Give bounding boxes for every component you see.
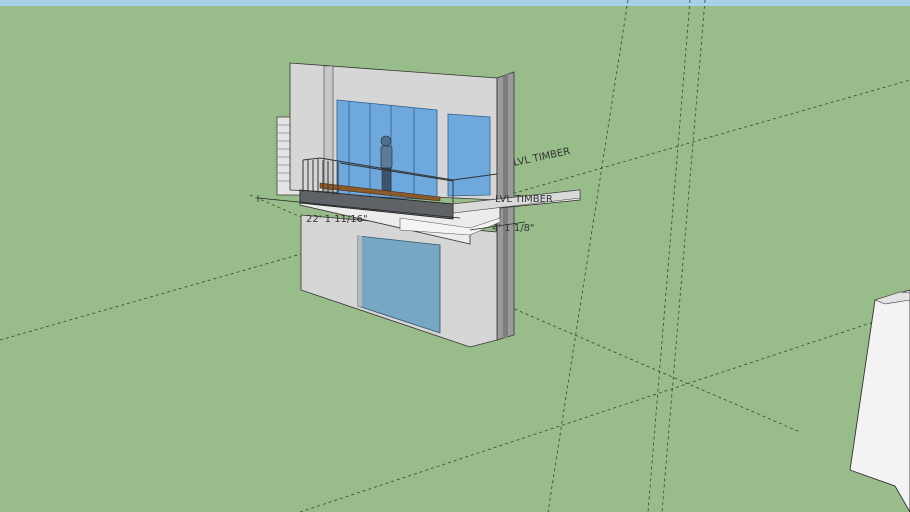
dimension-width-label: 22' 1 11/16" [306, 214, 368, 225]
3d-viewport[interactable]: 22' 1 11/16" 4' 1 1/8" LVL TIMBER LVL TI… [0, 0, 910, 512]
timber-label-lower: LVL TIMBER [495, 194, 553, 205]
dimension-depth-label: 4' 1 1/8" [492, 223, 535, 234]
scene-canvas[interactable]: 22' 1 11/16" 4' 1 1/8" LVL TIMBER LVL TI… [0, 0, 910, 512]
sky [0, 0, 910, 6]
glass-facade [336, 99, 491, 201]
